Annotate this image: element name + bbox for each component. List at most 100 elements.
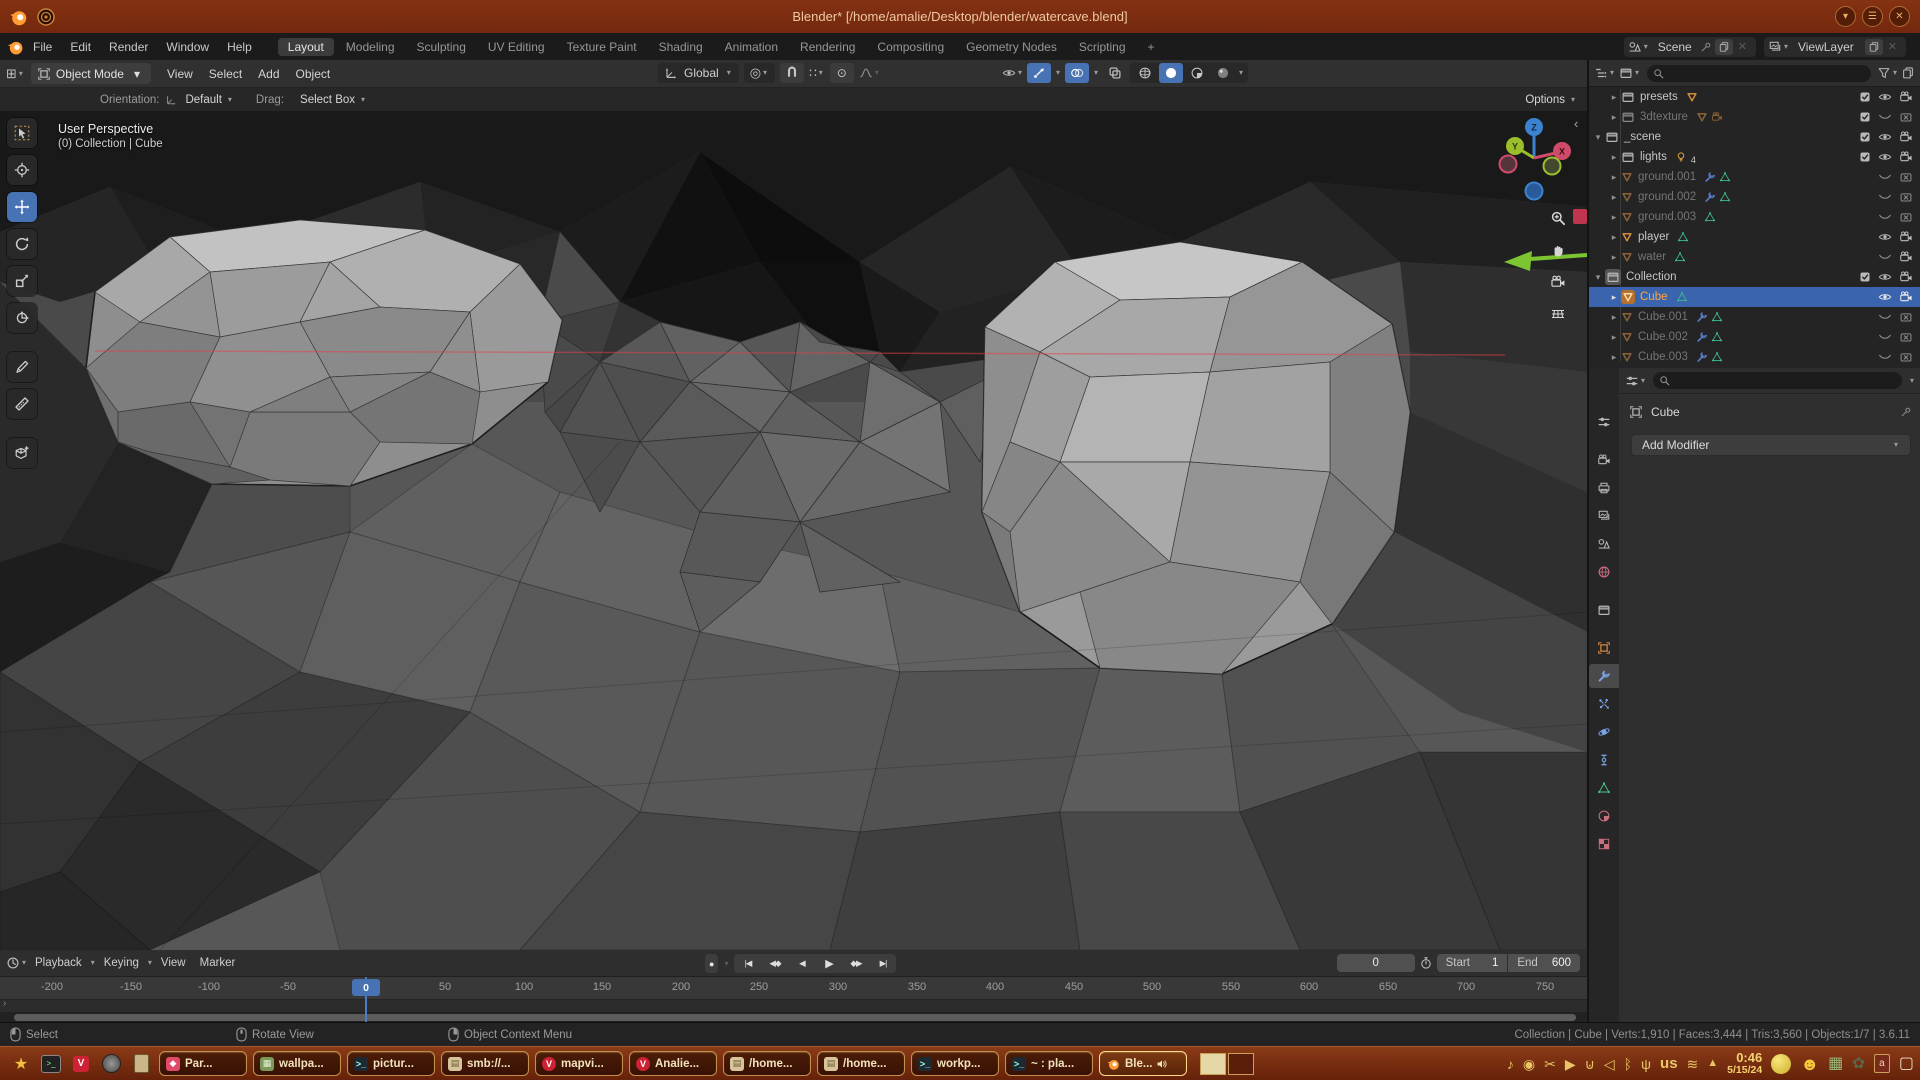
timeline-track-area[interactable]: ›: [0, 999, 1587, 1013]
zoom-button[interactable]: [1544, 204, 1572, 232]
menu-marker[interactable]: Marker: [193, 957, 243, 969]
taskbar-window-smb[interactable]: ▤ smb://...: [441, 1051, 529, 1076]
tool-3d-cursor[interactable]: [7, 155, 37, 185]
next-keyframe-button[interactable]: ◆▶: [842, 954, 869, 973]
filter-icon[interactable]: [1877, 66, 1891, 80]
menu-view[interactable]: View: [159, 67, 201, 81]
gizmos-toggle[interactable]: [1027, 63, 1051, 83]
play-button[interactable]: ▶: [815, 954, 842, 973]
music-tray-icon[interactable]: ♪: [1507, 1057, 1514, 1071]
eye-closed-icon[interactable]: [1878, 310, 1892, 324]
camera-visibility-icon[interactable]: [1899, 90, 1913, 104]
eye-icon[interactable]: [1878, 130, 1892, 144]
tab-render[interactable]: [1589, 448, 1619, 472]
camera-view-button[interactable]: [1544, 268, 1572, 296]
new-collection-icon[interactable]: [1901, 66, 1915, 80]
sidebar-collapse-icon[interactable]: ‹: [1574, 116, 1578, 131]
outliner-row[interactable]: ▸ Cube.003: [1589, 347, 1920, 367]
display-mode-icon[interactable]: [1619, 66, 1633, 80]
tool-scale[interactable]: [7, 266, 37, 296]
workspace-tab-texture-paint[interactable]: Texture Paint: [557, 38, 647, 56]
ortho-grid-button[interactable]: [1544, 300, 1572, 328]
tab-world[interactable]: [1589, 560, 1619, 584]
overlays-toggle[interactable]: [1065, 63, 1089, 83]
tool-annotate[interactable]: [7, 352, 37, 382]
editor-type-icon[interactable]: ⊞: [6, 66, 17, 82]
lemon-applet-icon[interactable]: [1771, 1054, 1791, 1074]
menu-window[interactable]: Window: [157, 37, 218, 57]
pivot-point-dropdown[interactable]: ◎ ▾: [744, 63, 775, 83]
workspace-pager[interactable]: [1200, 1053, 1254, 1075]
menu-select[interactable]: Select: [201, 67, 250, 81]
workspace-tab-geometry-nodes[interactable]: Geometry Nodes: [956, 38, 1067, 56]
tab-modifiers[interactable]: [1589, 664, 1619, 688]
camera-disabled-icon[interactable]: [1899, 330, 1913, 344]
menu-render[interactable]: Render: [100, 37, 157, 57]
eye-closed-icon[interactable]: [1878, 210, 1892, 224]
snap-toggle[interactable]: [780, 63, 804, 83]
outliner-row[interactable]: ▾ _scene: [1589, 127, 1920, 147]
eye-closed-icon[interactable]: [1878, 350, 1892, 364]
tab-particles[interactable]: [1589, 692, 1619, 716]
microphone-tray-icon[interactable]: ⊍: [1585, 1057, 1595, 1071]
eye-icon[interactable]: [1878, 270, 1892, 284]
shading-wireframe-button[interactable]: [1133, 63, 1157, 83]
workspace-tab-sculpting[interactable]: Sculpting: [407, 38, 476, 56]
window-list-icon[interactable]: ▢: [1899, 1056, 1914, 1072]
outliner-editor-icon[interactable]: [1594, 66, 1608, 80]
workspace-tab-compositing[interactable]: Compositing: [867, 38, 954, 56]
tab-scene[interactable]: [1589, 532, 1619, 556]
taskbar-window-terminal-play[interactable]: >_ ~ : pla...: [1005, 1051, 1093, 1076]
camera-wheel-icon[interactable]: [100, 1053, 122, 1075]
options-dropdown[interactable]: Options ▾: [1525, 94, 1577, 106]
tool-rotate[interactable]: [7, 229, 37, 259]
menu-add[interactable]: Add: [250, 67, 287, 81]
new-viewlayer-icon[interactable]: [1868, 41, 1880, 53]
workspace-tab-layout[interactable]: Layout: [278, 38, 334, 56]
jump-to-start-button[interactable]: |◀: [734, 954, 761, 973]
3d-viewport[interactable]: User Perspective (0) Collection | Cube Z…: [0, 112, 1587, 950]
overlays-dropdown[interactable]: ▾: [1094, 69, 1098, 77]
tab-physics[interactable]: [1589, 720, 1619, 744]
outliner-row[interactable]: ▾ Collection: [1589, 267, 1920, 287]
eye-icon[interactable]: [1878, 290, 1892, 304]
drag-value[interactable]: Select Box: [300, 94, 355, 106]
keying-set-dropdown[interactable]: ▾: [724, 960, 728, 968]
prev-keyframe-button[interactable]: ◀◆: [761, 954, 788, 973]
timeline-editor-icon[interactable]: [6, 956, 20, 970]
add-modifier-button[interactable]: Add Modifier ▾: [1631, 434, 1911, 456]
camera-visibility-icon[interactable]: [1899, 290, 1913, 304]
menu-help[interactable]: Help: [218, 37, 261, 57]
delete-viewlayer-icon[interactable]: ✕: [1883, 40, 1902, 53]
disclosure-icon[interactable]: ▸: [1607, 92, 1621, 103]
checkbox-icon[interactable]: [1859, 111, 1871, 123]
snap-with-dropdown[interactable]: ∷▾: [809, 66, 825, 80]
checkbox-icon[interactable]: [1859, 151, 1871, 163]
checkbox-icon[interactable]: [1859, 271, 1871, 283]
properties-editor-icon[interactable]: [1625, 374, 1639, 388]
scene-selector[interactable]: ▾ Scene ✕: [1624, 37, 1756, 57]
shading-rendered-button[interactable]: [1211, 63, 1235, 83]
falloff-dropdown[interactable]: ▾: [859, 66, 881, 80]
menu-edit[interactable]: Edit: [61, 37, 100, 57]
eye-closed-icon[interactable]: [1878, 250, 1892, 264]
object-visibility-dropdown[interactable]: ▾: [1002, 66, 1024, 80]
tray-expand-icon[interactable]: ▲: [1707, 1058, 1718, 1069]
clock[interactable]: 0:46 5/15/24: [1727, 1051, 1762, 1077]
outliner-row[interactable]: ▸ player: [1589, 227, 1920, 247]
eye-icon[interactable]: [1878, 150, 1892, 164]
delete-scene-icon[interactable]: ✕: [1733, 40, 1752, 53]
xray-toggle[interactable]: [1103, 63, 1127, 83]
calculator-icon[interactable]: ▦: [1828, 1056, 1843, 1072]
jump-to-end-button[interactable]: ▶|: [869, 954, 896, 973]
eye-icon[interactable]: [1878, 230, 1892, 244]
workspace-tab-modeling[interactable]: Modeling: [336, 38, 405, 56]
tool-move[interactable]: [7, 192, 37, 222]
usb-icon[interactable]: ψ: [1641, 1057, 1651, 1071]
camera-visibility-icon[interactable]: [1899, 150, 1913, 164]
workspace-tab-uv-editing[interactable]: UV Editing: [478, 38, 555, 56]
window-close-button[interactable]: ✕: [1889, 6, 1910, 27]
menu-file[interactable]: File: [24, 37, 61, 57]
camera-disabled-icon[interactable]: [1899, 170, 1913, 184]
camera-disabled-icon[interactable]: [1899, 110, 1913, 124]
